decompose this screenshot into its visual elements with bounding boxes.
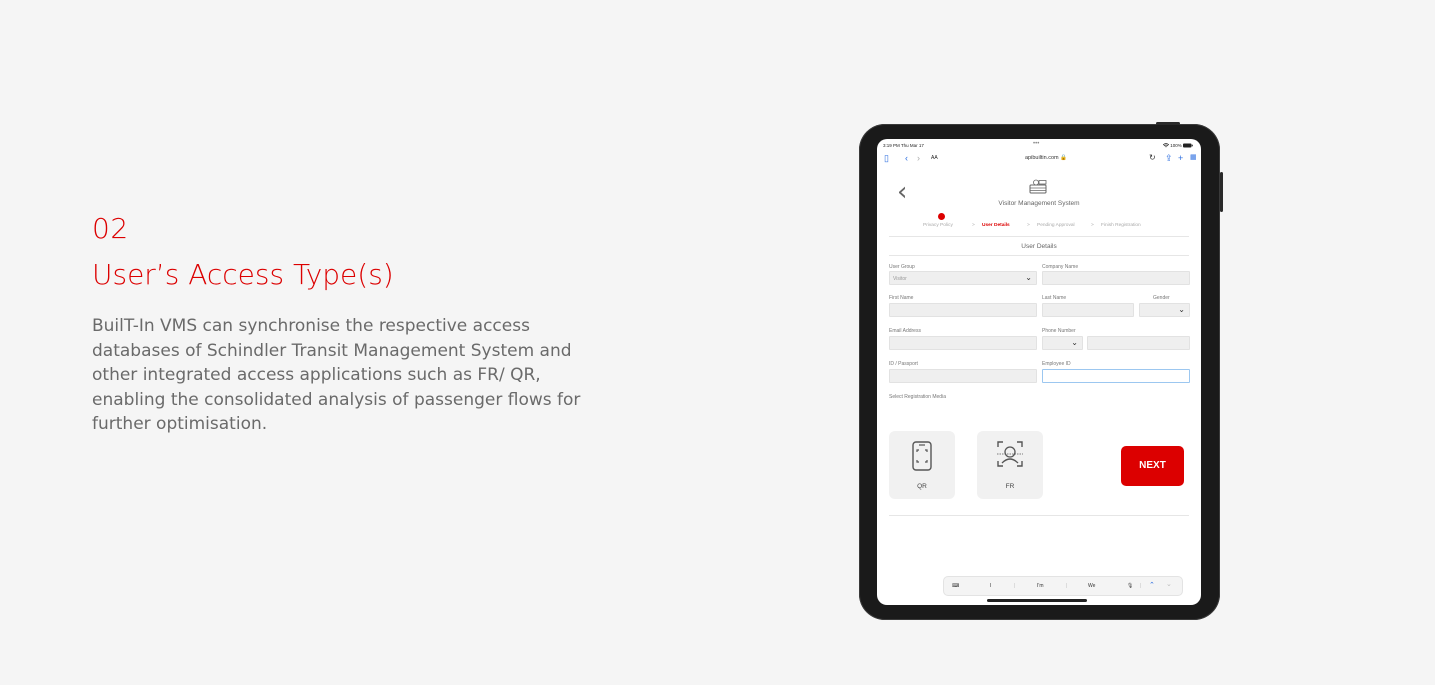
page: 02 User’s Access Type(s) BuilT-In VMS ca… <box>0 0 1435 685</box>
divider <box>889 236 1189 237</box>
ipad-side-button <box>1220 172 1223 212</box>
gender-label: Gender <box>1153 295 1170 301</box>
lock-icon: 🔒 <box>1060 155 1068 161</box>
last-name-input[interactable] <box>1042 303 1134 317</box>
share-icon[interactable]: ⇪ <box>1165 153 1173 163</box>
gender-select[interactable]: ⌄ <box>1139 303 1190 317</box>
step-user-details: User Details <box>982 223 1010 228</box>
qr-label: QR <box>917 483 927 490</box>
browser-toolbar: ▯ ‹ › AA apibuiltin.com 🔒 ↻ ⇪ + ▦ <box>877 151 1201 167</box>
suggestion-im[interactable]: I'm <box>1037 583 1044 589</box>
chevron-up-icon[interactable]: ⌃ <box>1149 581 1155 589</box>
section-title: User’s Access Type(s) <box>92 258 394 291</box>
employee-id-input[interactable] <box>1042 369 1190 383</box>
url-text: apibuiltin.com <box>1025 155 1059 161</box>
chevron-down-icon: ⌄ <box>1025 273 1032 282</box>
tabs-icon[interactable]: ▦ <box>1190 153 1197 163</box>
qr-phone-icon <box>912 441 932 471</box>
sidebar-toggle-icon[interactable]: ▯ <box>884 153 889 163</box>
battery-indicator: 100% <box>1162 143 1193 148</box>
suggestion-i[interactable]: I <box>990 583 991 589</box>
chevron-down-icon[interactable]: ⌄ <box>1166 580 1172 588</box>
step-pending-approval: Pending Approval <box>1037 223 1075 228</box>
step-separator: > <box>1091 223 1094 228</box>
app-title: Visitor Management System <box>998 200 1080 207</box>
fr-label: FR <box>1005 483 1015 490</box>
ipad-top-button <box>1156 122 1180 125</box>
form-title: User Details <box>1021 243 1057 250</box>
section-description: BuilT-In VMS can synchronise the respect… <box>92 316 581 434</box>
user-group-select[interactable]: Visitor ⌄ <box>889 271 1037 285</box>
section-number: 02 <box>92 212 129 245</box>
status-bar: 3:19 PM Thu Mar 17 ••• 100% <box>877 139 1201 151</box>
keyboard-suggestion-bar: ⌨ I | I'm | We 🎙 | ⌃ ⌄ <box>943 576 1183 596</box>
divider <box>889 515 1189 516</box>
phone-country-select[interactable]: ⌄ <box>1042 336 1083 350</box>
company-name-input[interactable] <box>1042 271 1190 285</box>
step-indicator-dot <box>938 213 945 220</box>
ipad-screen: 3:19 PM Thu Mar 17 ••• 100% ▯ ‹ › AA api… <box>877 139 1201 605</box>
back-arrow-icon[interactable]: ‹ <box>905 153 908 163</box>
home-indicator <box>987 599 1087 602</box>
keyboard-toggle-icon[interactable]: ⌨ <box>952 583 959 589</box>
battery-percent: 100% <box>1170 143 1182 148</box>
status-time: 3:19 PM Thu Mar 17 <box>883 143 924 148</box>
id-passport-input[interactable] <box>889 369 1037 383</box>
id-passport-label: ID / Passport <box>889 361 918 367</box>
employee-id-label: Employee ID <box>1042 361 1071 367</box>
step-privacy-policy: Privacy Policy <box>923 223 953 228</box>
email-input[interactable] <box>889 336 1037 350</box>
user-group-label: User Group <box>889 264 915 270</box>
vms-logo-icon <box>1029 179 1047 194</box>
fr-media-option[interactable]: FR <box>977 431 1043 499</box>
suggestion-divider: | <box>1066 583 1068 589</box>
battery-icon <box>1183 143 1193 148</box>
wifi-icon <box>1162 143 1170 148</box>
face-recognition-icon <box>997 441 1023 467</box>
phone-label: Phone Number <box>1042 328 1076 334</box>
qr-media-option[interactable]: QR <box>889 431 955 499</box>
refresh-icon[interactable]: ↻ <box>1149 153 1156 162</box>
new-tab-icon[interactable]: + <box>1178 153 1183 163</box>
step-finish-registration: Finish Registration <box>1101 223 1141 228</box>
first-name-label: First Name <box>889 295 914 301</box>
step-separator: > <box>1027 223 1030 228</box>
user-group-value: Visitor <box>893 276 907 282</box>
forward-arrow-icon[interactable]: › <box>917 153 920 163</box>
registration-steps: Privacy Policy > User Details > Pending … <box>877 213 1201 233</box>
phone-number-input[interactable] <box>1087 336 1190 350</box>
first-name-input[interactable] <box>889 303 1037 317</box>
next-button[interactable]: NEXT <box>1121 446 1184 486</box>
address-bar[interactable]: apibuiltin.com 🔒 <box>1025 155 1067 161</box>
step-separator: > <box>972 223 975 228</box>
suggestion-divider: | <box>1140 583 1142 589</box>
chevron-down-icon: ⌄ <box>1178 305 1185 314</box>
last-name-label: Last Name <box>1042 295 1067 301</box>
email-label: Email Address <box>889 328 921 334</box>
chevron-down-icon: ⌄ <box>1071 338 1078 347</box>
suggestion-divider: | <box>1014 583 1016 589</box>
suggestion-we[interactable]: We <box>1088 583 1095 589</box>
company-name-label: Company Name <box>1042 264 1079 270</box>
status-dots: ••• <box>1033 141 1040 147</box>
ipad-frame: 3:19 PM Thu Mar 17 ••• 100% ▯ ‹ › AA api… <box>859 122 1223 620</box>
reader-aa-button[interactable]: AA <box>931 155 938 161</box>
divider <box>889 255 1189 256</box>
select-media-label: Select Registration Media <box>889 394 946 400</box>
microphone-icon[interactable]: 🎙 <box>1127 583 1133 589</box>
